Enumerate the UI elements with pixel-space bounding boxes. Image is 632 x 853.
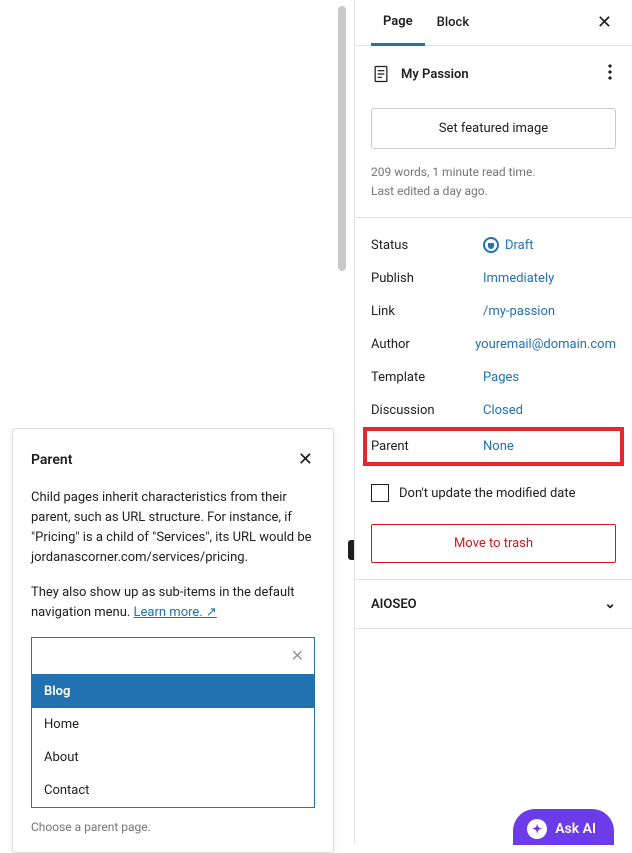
- settings-sidebar: Page Block ✕ My Passion Set featured ima…: [354, 0, 632, 843]
- parent-search-input[interactable]: [32, 638, 281, 674]
- parent-option-blog[interactable]: Blog: [32, 675, 314, 708]
- setting-label: Discussion: [371, 403, 483, 418]
- more-icon[interactable]: [604, 60, 616, 88]
- setting-status: Status Draft: [371, 228, 616, 262]
- collapse-handle[interactable]: [348, 540, 354, 560]
- parent-popover: Parent ✕ Child pages inherit characteris…: [12, 428, 334, 853]
- checkbox-modified-date[interactable]: [371, 484, 389, 502]
- checkbox-label: Don't update the modified date: [399, 486, 576, 501]
- ask-ai-button[interactable]: ✦ Ask AI: [513, 809, 614, 845]
- last-edited: Last edited a day ago.: [371, 182, 616, 201]
- parent-combobox: ✕: [31, 637, 315, 675]
- parent-option-about[interactable]: About: [32, 741, 314, 774]
- setting-value-template[interactable]: Pages: [483, 370, 519, 385]
- setting-value-link[interactable]: /my-passion: [483, 304, 555, 319]
- popover-description-2: They also show up as sub-items in the de…: [31, 583, 315, 623]
- parent-option-home[interactable]: Home: [32, 708, 314, 741]
- setting-label: Link: [371, 304, 483, 319]
- aioseo-label: AIOSEO: [371, 597, 417, 612]
- chevron-down-icon: ⌄: [604, 596, 616, 612]
- clear-icon[interactable]: ✕: [281, 646, 314, 665]
- helper-text: Choose a parent page.: [31, 820, 315, 834]
- setting-discussion: Discussion Closed: [371, 394, 616, 427]
- setting-label: Status: [371, 238, 483, 253]
- setting-value-parent[interactable]: None: [483, 439, 514, 454]
- tabs: Page Block ✕: [355, 0, 632, 46]
- scrollbar[interactable]: [338, 6, 346, 271]
- setting-parent: Parent None: [363, 427, 624, 466]
- popover-header: Parent ✕: [31, 447, 315, 472]
- setting-value-discussion[interactable]: Closed: [483, 403, 523, 418]
- setting-publish: Publish Immediately: [371, 262, 616, 295]
- set-featured-image-button[interactable]: Set featured image: [371, 108, 616, 149]
- setting-label: Publish: [371, 271, 483, 286]
- setting-template: Template Pages: [371, 361, 616, 394]
- setting-label: Template: [371, 370, 483, 385]
- setting-value-publish[interactable]: Immediately: [483, 271, 554, 286]
- tab-block[interactable]: Block: [425, 1, 481, 44]
- setting-value-status[interactable]: Draft: [483, 237, 534, 253]
- page-icon: [371, 64, 391, 84]
- setting-value-author[interactable]: youremail@domain.com: [475, 337, 616, 352]
- parent-option-contact[interactable]: Contact: [32, 774, 314, 807]
- page-header: My Passion: [355, 46, 632, 100]
- aioseo-panel[interactable]: AIOSEO ⌄: [355, 579, 632, 629]
- status-text: Draft: [505, 238, 534, 253]
- popover-title: Parent: [31, 452, 72, 468]
- learn-more-link[interactable]: Learn more. ↗: [134, 605, 217, 620]
- word-count: 209 words, 1 minute read time.: [371, 163, 616, 182]
- page-title: My Passion: [401, 67, 594, 82]
- tab-page[interactable]: Page: [371, 0, 425, 46]
- popover-description: Child pages inherit characteristics from…: [31, 488, 315, 569]
- ask-ai-label: Ask AI: [555, 821, 596, 837]
- close-icon[interactable]: ✕: [296, 447, 315, 472]
- modified-date-option: Don't update the modified date: [355, 466, 632, 516]
- setting-author: Author youremail@domain.com: [371, 328, 616, 361]
- ai-icon: ✦: [527, 819, 547, 839]
- settings-list: Status Draft Publish Immediately Link /m…: [355, 218, 632, 466]
- parent-options-list: Blog Home About Contact: [31, 675, 315, 808]
- draft-status-icon: [483, 237, 499, 253]
- close-icon[interactable]: ✕: [593, 8, 616, 37]
- meta-info: 209 words, 1 minute read time. Last edit…: [355, 163, 632, 218]
- setting-label: Parent: [371, 439, 483, 454]
- setting-label: Author: [371, 337, 475, 352]
- move-to-trash-button[interactable]: Move to trash: [371, 524, 616, 563]
- setting-link: Link /my-passion: [371, 295, 616, 328]
